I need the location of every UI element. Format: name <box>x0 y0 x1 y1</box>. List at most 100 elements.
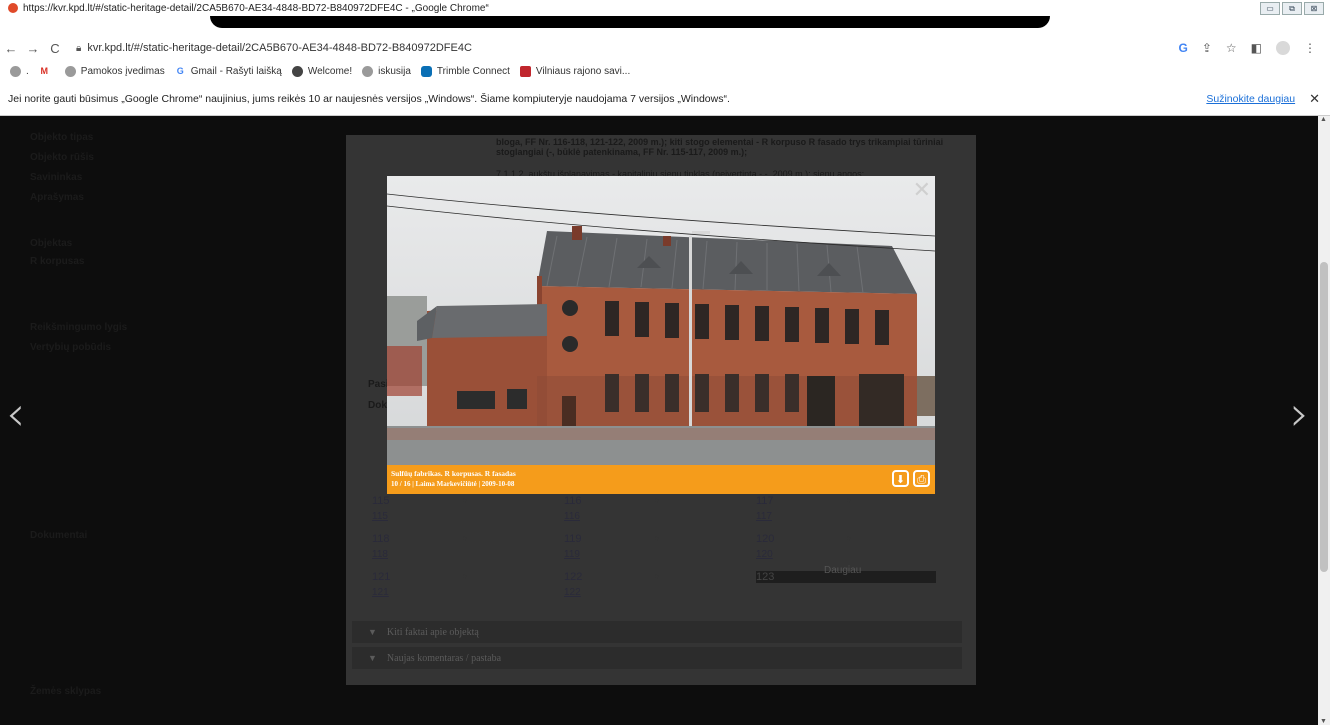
scroll-down-icon[interactable]: ▼ <box>1320 718 1327 725</box>
thumb-link[interactable]: 116 <box>564 511 582 522</box>
page-scrollbar[interactable]: ▲ ▼ <box>1318 116 1330 725</box>
bookmark-item-3[interactable]: iskusija <box>362 65 411 77</box>
thumb-alt: 122 <box>564 571 583 583</box>
scrollbar-thumb[interactable] <box>1320 262 1328 572</box>
left-label: Žemės sklypas <box>30 686 102 697</box>
left-label: Savininkas <box>30 172 83 183</box>
thumb-121[interactable]: 121 121 ○ <box>372 571 467 598</box>
tab-edge <box>190 14 210 28</box>
radio-icon[interactable]: ○ <box>654 571 659 581</box>
thumb-119[interactable]: 119 119 ○ <box>564 533 659 560</box>
thumb-link[interactable]: 122 <box>564 587 582 598</box>
lock-icon[interactable]: 🔒︎ <box>76 43 81 54</box>
thumb-link[interactable]: 120 <box>756 549 774 560</box>
infobar-message: Jei norite gauti būsimus „Google Chrome“… <box>8 92 730 105</box>
triangle-down-icon: ▼ <box>368 653 377 663</box>
chrome-menu-icon[interactable]: ⋮ <box>1304 41 1316 55</box>
thumb-120[interactable]: 120 120 ○ <box>756 533 851 560</box>
bookmark-label: Vilniaus rajono savi... <box>535 65 631 77</box>
profile-avatar[interactable] <box>1276 41 1290 55</box>
thumb-alt: 121 <box>372 571 391 583</box>
google-lens-icon[interactable]: G <box>1178 41 1187 55</box>
bookmark-label: Welcome! <box>307 65 353 77</box>
active-tab[interactable] <box>210 16 1050 28</box>
minimize-button[interactable]: ▭ <box>1260 1 1280 15</box>
gmail-icon: M <box>40 65 49 76</box>
radio-icon[interactable]: ○ <box>846 495 851 505</box>
thumb-link[interactable]: 118 <box>372 549 390 560</box>
side-panel-icon[interactable]: ◧ <box>1251 41 1262 55</box>
left-label: Reikšmingumo lygis <box>30 322 128 333</box>
thumb-115[interactable]: 115 115 ○ <box>372 495 467 522</box>
radio-icon[interactable]: ○ <box>654 533 659 543</box>
modal-text: bloga, FF Nr. 116-118, 121-122, 2009 m.)… <box>496 137 944 157</box>
reload-icon[interactable]: C <box>44 41 66 56</box>
bookmark-star-icon[interactable]: ☆ <box>1226 41 1237 55</box>
thumb-116[interactable]: 116 116 ○ <box>564 495 659 522</box>
accordion-other-facts[interactable]: ▼ Kiti faktai apie objektą <box>352 621 962 643</box>
bookmark-label: Pamokos įvedimas <box>80 65 165 77</box>
forward-icon[interactable]: → <box>22 41 44 56</box>
bookmark-item-2[interactable]: Welcome! <box>291 65 353 77</box>
photo-lightbox: ✕ Sulfūų fabrikas. R korpusas. R fasadas… <box>387 176 935 494</box>
thumb-alt: 123 <box>756 571 775 583</box>
left-label: R korpusas <box>30 256 85 267</box>
prev-arrow-icon[interactable]: ‹ <box>6 386 25 442</box>
accordion-label: Kiti faktai apie objektą <box>386 626 479 638</box>
bookmark-label: iskusija <box>378 65 411 77</box>
thumb-link[interactable]: 115 <box>372 511 390 522</box>
thumb-118[interactable]: 118 118 ○ <box>372 533 467 560</box>
accordion-label: Naujas komentaras / pastaba <box>386 652 502 664</box>
thumb-122[interactable]: 122 122 ○ <box>564 571 659 598</box>
left-label: Dokumentai <box>30 530 88 541</box>
thumb-link[interactable]: 121 <box>372 587 390 598</box>
windows-support-infobar: Jei norite gauti būsimus „Google Chrome“… <box>0 82 1330 116</box>
modal-label: Pasi <box>368 379 389 390</box>
bookmark-globe[interactable]: . <box>10 65 29 77</box>
globe-icon <box>10 65 21 77</box>
bookmark-item-1[interactable]: G Gmail - Rašyti laišką <box>175 66 282 77</box>
thumb-123[interactable]: 123 Daugiau <box>756 565 936 583</box>
bookmark-gmail-m[interactable]: M <box>39 66 55 77</box>
bookmarks-bar: . M Pamokos įvedimas G Gmail - Rašyti lai… <box>0 60 1330 83</box>
chrome-icon <box>8 3 18 13</box>
radio-icon[interactable]: ○ <box>462 571 467 581</box>
bookmark-item-5[interactable]: Vilniaus rajono savi... <box>519 65 631 77</box>
radio-icon[interactable]: ○ <box>846 533 851 543</box>
infobar-close-icon[interactable]: ✕ <box>1309 91 1320 107</box>
thumb-alt: 117 <box>756 495 774 507</box>
left-label: Objekto tipas <box>30 132 94 143</box>
share-icon[interactable]: ⇪ <box>1202 41 1212 55</box>
radio-icon[interactable]: ○ <box>462 533 467 543</box>
download-icon[interactable]: ⬇ <box>892 470 909 487</box>
photo-meta: 10 / 16 | Laima Markevičiūtė | 2009-10-0… <box>391 480 515 488</box>
lightbox-caption-bar: Sulfūų fabrikas. R korpusas. R fasadas 1… <box>387 465 935 494</box>
left-label: Vertybių pobūdis <box>30 342 112 353</box>
back-icon[interactable]: ← <box>0 41 22 56</box>
welcome-icon <box>291 65 303 77</box>
building-photo <box>387 176 935 465</box>
left-label: Aprašymas <box>30 192 84 203</box>
navigation-bar: ← → C 🔒︎ kvr.kpd.lt/#/static-heritage-de… <box>0 36 1330 60</box>
accordion-new-comment[interactable]: ▼ Naujas komentaras / pastaba <box>352 647 962 669</box>
next-arrow-icon[interactable]: › <box>1290 386 1309 442</box>
address-bar[interactable]: kvr.kpd.lt/#/static-heritage-detail/2CA5… <box>87 42 1178 54</box>
thumb-alt: 119 <box>564 533 582 545</box>
radio-icon[interactable]: ○ <box>654 495 659 505</box>
thumb-link[interactable]: 117 <box>756 511 774 522</box>
thumb-117[interactable]: 117 117 ○ <box>756 495 851 522</box>
globe-icon <box>362 65 374 77</box>
print-icon[interactable]: ⎙ <box>913 470 930 487</box>
bookmark-item-4[interactable]: Trimble Connect <box>420 65 510 77</box>
close-window-button[interactable]: ⊠ <box>1304 1 1324 15</box>
thumb-link[interactable]: 119 <box>564 549 582 560</box>
thumb-alt: 118 <box>372 533 390 545</box>
learn-more-link[interactable]: Sužinokite daugiau <box>1206 93 1295 105</box>
bookmark-label: Gmail - Rašyti laišką <box>190 65 282 77</box>
lightbox-close-icon[interactable]: ✕ <box>913 178 931 203</box>
radio-icon[interactable]: ○ <box>462 495 467 505</box>
scroll-up-icon[interactable]: ▲ <box>1320 116 1327 123</box>
maximize-button[interactable]: ⧉ <box>1282 1 1302 15</box>
left-label: Objektas <box>30 238 73 249</box>
bookmark-item-0[interactable]: Pamokos įvedimas <box>64 65 165 77</box>
